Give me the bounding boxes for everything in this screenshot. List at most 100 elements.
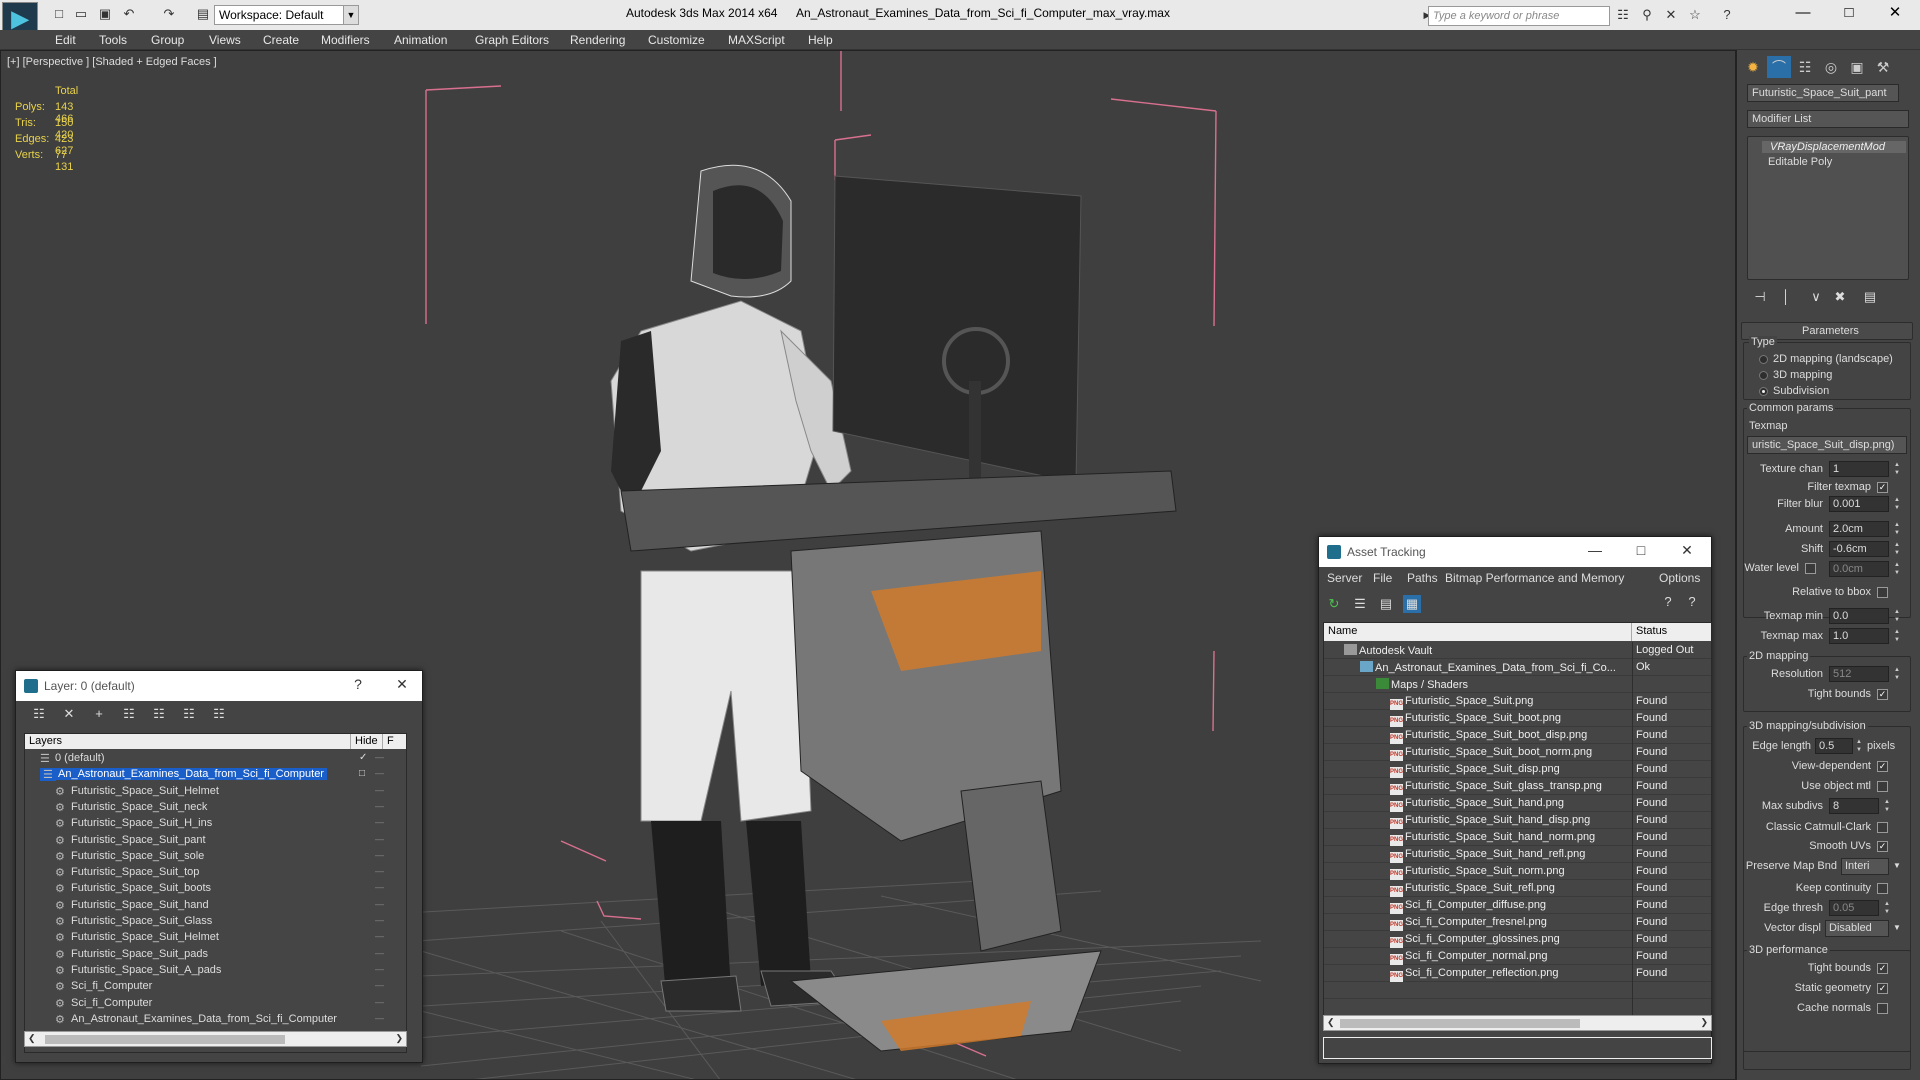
tree-view-icon[interactable]: ▤ [1377, 595, 1395, 613]
minimize-button[interactable]: — [1585, 542, 1605, 558]
open-file-icon[interactable]: ▭ [72, 6, 90, 22]
layer-row[interactable]: ⚙ Futuristic_Space_Suit_Glass — [25, 914, 406, 930]
spinner-arrows-icon[interactable]: ▲ ▼ [1893, 628, 1901, 644]
modifier-list-dropdown[interactable]: Modifier List [1747, 110, 1909, 128]
asset-row[interactable]: PNG Futuristic_Space_Suit_refl.png Found [1324, 880, 1711, 897]
filter-texmap-checkbox[interactable]: ✓ [1877, 482, 1888, 493]
layer-row[interactable]: ⚙ Sci_fi_Computer — [25, 979, 406, 995]
asset-row[interactable]: PNG Sci_fi_Computer_diffuse.png Found [1324, 897, 1711, 914]
hide-toggle[interactable]: — [375, 785, 384, 795]
remove-modifier-icon[interactable]: ✖ [1831, 288, 1849, 306]
spinner-arrows-icon[interactable]: ▲ ▼ [1855, 738, 1863, 754]
radio-3d-mapping[interactable] [1759, 371, 1768, 380]
asset-row[interactable]: PNG Futuristic_Space_Suit_boot_disp.png Fo… [1324, 727, 1711, 744]
column-header-status[interactable]: Status [1632, 623, 1711, 641]
asset-row[interactable]: PNG Futuristic_Space_Suit_norm.png Found [1324, 863, 1711, 880]
radio-2d-mapping[interactable] [1759, 355, 1768, 364]
layer-row[interactable]: ☰ 0 (default) — ✓ [25, 751, 406, 767]
asset-row[interactable]: PNG Futuristic_Space_Suit_hand.png Found [1324, 795, 1711, 812]
layer-row[interactable]: ⚙ Futuristic_Space_Suit_boots — [25, 881, 406, 897]
asset-row[interactable]: PNG Sci_fi_Computer_normal.png Found [1324, 948, 1711, 965]
keep-continuity-checkbox[interactable] [1877, 883, 1888, 894]
asset-row[interactable]: PNG Futuristic_Space_Suit_disp.png Found [1324, 761, 1711, 778]
smooth-uvs-checkbox[interactable]: ✓ [1877, 841, 1888, 852]
menu-animation[interactable]: Animation [394, 33, 447, 47]
binoculars-icon[interactable]: ☷ [1614, 7, 1632, 23]
communication-center-icon[interactable]: ✕ [1662, 7, 1680, 23]
use-object-mtl-checkbox[interactable] [1877, 781, 1888, 792]
current-layer-check-icon[interactable]: ✓ [359, 752, 367, 763]
layer-row[interactable]: ⚙ Futuristic_Space_Suit_Helmet — [25, 784, 406, 800]
hide-toggle[interactable]: — [375, 752, 384, 762]
texmap-max-spinner[interactable]: 1.0 [1829, 628, 1889, 644]
menu-rendering[interactable]: Rendering [570, 33, 625, 47]
modify-tab-icon[interactable]: ⌒ [1767, 56, 1791, 78]
favorites-star-icon[interactable]: ☆ [1686, 7, 1704, 23]
texture-chan-spinner[interactable]: 1 [1829, 461, 1889, 477]
project-folder-icon[interactable]: ▤ [194, 6, 212, 22]
horizontal-scrollbar[interactable]: ❮ ❯ [24, 1031, 407, 1047]
layer-row[interactable]: ⚙ Futuristic_Space_Suit_sole — [25, 849, 406, 865]
display-tab-icon[interactable]: ▣ [1845, 56, 1869, 78]
radio-subdivision[interactable] [1759, 387, 1768, 396]
column-header-name[interactable]: Name [1324, 623, 1632, 641]
asset-row[interactable]: PNG Futuristic_Space_Suit.png Found [1324, 693, 1711, 710]
menu-graph-editors[interactable]: Graph Editors [475, 33, 549, 47]
spinner-arrows-icon[interactable]: ▲ ▼ [1893, 521, 1901, 537]
asset-row[interactable]: Autodesk Vault Logged Out [1324, 642, 1711, 659]
create-layer-icon[interactable]: ☷ [30, 705, 48, 723]
asset-row[interactable]: PNG Futuristic_Space_Suit_hand_refl.png Fo… [1324, 846, 1711, 863]
layer-dialog-titlebar[interactable]: Layer: 0 (default) ? ✕ [16, 671, 422, 701]
scroll-left-icon[interactable]: ❮ [1327, 1017, 1335, 1028]
layer-row[interactable]: ⚙ Futuristic_Space_Suit_neck — [25, 800, 406, 816]
hide-toggle[interactable]: — [375, 817, 384, 827]
view-dependent-checkbox[interactable]: ✓ [1877, 761, 1888, 772]
relative-bbox-checkbox[interactable] [1877, 587, 1888, 598]
classic-catmull-checkbox[interactable] [1877, 822, 1888, 833]
asset-row[interactable]: PNG Futuristic_Space_Suit_boot.png Found [1324, 710, 1711, 727]
viewport-label[interactable]: [+] [Perspective ] [Shaded + Edged Faces… [7, 56, 217, 68]
water-level-checkbox[interactable] [1805, 563, 1816, 574]
column-header-hide[interactable]: Hide [351, 734, 383, 749]
hide-toggle[interactable]: — [375, 997, 384, 1007]
vector-displ-dropdown[interactable]: Disabled [1825, 920, 1889, 937]
stack-item-vraydisplacementmod[interactable]: VRayDisplacementMod [1762, 141, 1906, 153]
tight-bounds-2-checkbox[interactable]: ✓ [1877, 963, 1888, 974]
spinner-arrows-icon[interactable]: ▲ ▼ [1893, 541, 1901, 557]
refresh-icon[interactable]: ↻ [1325, 595, 1343, 613]
shift-spinner[interactable]: -0.6cm [1829, 541, 1889, 557]
asset-row[interactable]: PNG Futuristic_Space_Suit_glass_transp.pn… [1324, 778, 1711, 795]
tight-bounds-checkbox[interactable]: ✓ [1877, 689, 1888, 700]
texmap-min-spinner[interactable]: 0.0 [1829, 608, 1889, 624]
layer-row[interactable]: ☰ An_Astronaut_Examines_Data_from_Sci_fi_… [25, 767, 406, 783]
help-icon[interactable]: ? [1718, 7, 1736, 23]
freeze-all-icon[interactable]: ☷ [210, 705, 228, 723]
hide-toggle[interactable]: — [375, 915, 384, 925]
asset-path-field[interactable] [1323, 1037, 1712, 1059]
asset-menu-server[interactable]: Server [1327, 571, 1362, 585]
hide-toggle[interactable]: — [375, 1013, 384, 1023]
asset-row[interactable]: PNG Futuristic_Space_Suit_hand_disp.png Fo… [1324, 812, 1711, 829]
asset-menu-options[interactable]: Options [1659, 571, 1700, 585]
hide-toggle[interactable]: — [375, 980, 384, 990]
asset-dialog-titlebar[interactable]: Asset Tracking — □ ✕ [1319, 537, 1711, 567]
menu-group[interactable]: Group [151, 33, 184, 47]
spinner-arrows-icon[interactable]: ▲ ▼ [1883, 900, 1891, 916]
menu-create[interactable]: Create [263, 33, 299, 47]
list-view-icon[interactable]: ☰ [1351, 595, 1369, 613]
undo-icon[interactable]: ↶ [120, 6, 138, 22]
redo-icon[interactable]: ↷ [160, 6, 178, 22]
stack-item-editable-poly[interactable]: Editable Poly [1768, 156, 1832, 168]
show-end-result-icon[interactable]: │ [1777, 288, 1795, 306]
spinner-arrows-icon[interactable]: ▲ ▼ [1893, 608, 1901, 624]
scrollbar-thumb[interactable] [1340, 1019, 1580, 1028]
layer-row[interactable]: ⚙ Futuristic_Space_Suit_A_pads — [25, 963, 406, 979]
water-level-spinner[interactable]: 0.0cm [1829, 561, 1889, 577]
edge-length-spinner[interactable]: 0.5 [1815, 738, 1853, 754]
new-file-icon[interactable]: □ [50, 6, 68, 22]
asset-row[interactable]: PNG Sci_fi_Computer_glossines.png Found [1324, 931, 1711, 948]
settings-help-icon[interactable]: ? [1683, 593, 1701, 611]
spinner-arrows-icon[interactable]: ▲ ▼ [1893, 496, 1901, 512]
max-subdivs-spinner[interactable]: 8 [1829, 798, 1879, 814]
maximize-button[interactable]: □ [1631, 542, 1651, 558]
